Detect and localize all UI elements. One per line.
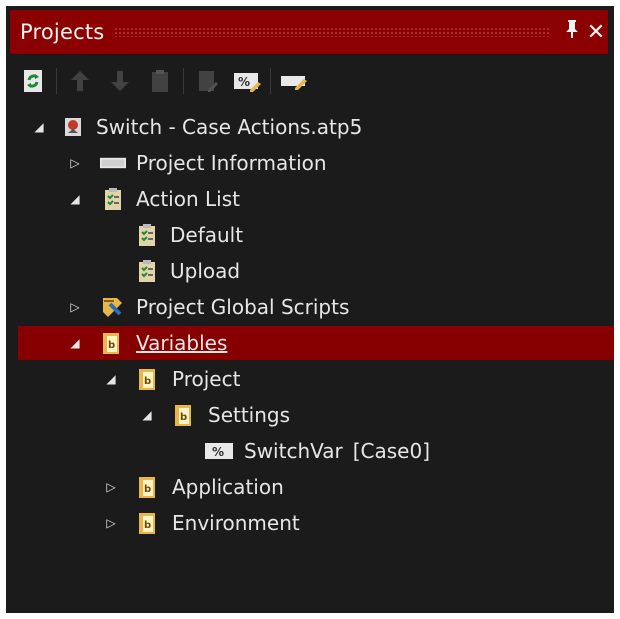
checklist-icon	[100, 186, 126, 212]
variable-percent-icon: %	[234, 73, 261, 92]
expand-arrow-icon[interactable]: ▷	[66, 154, 84, 172]
script-icon	[100, 294, 126, 320]
variable-folder-icon: b	[136, 510, 162, 536]
panel-title: Projects	[20, 20, 105, 44]
toolbar-separator	[270, 68, 271, 94]
pin-icon[interactable]	[560, 19, 584, 45]
toolbar-separator	[56, 68, 57, 94]
tree-node-settings[interactable]: ◢ b Settings	[6, 398, 614, 432]
tree-node-application[interactable]: ▷ b Application	[6, 470, 614, 504]
svg-text:%: %	[238, 75, 250, 89]
project-file-icon	[60, 114, 86, 140]
move-down-button[interactable]	[103, 64, 137, 98]
expand-arrow-icon[interactable]: ▷	[66, 298, 84, 316]
tree-label: Project Information	[136, 151, 327, 175]
info-card-icon	[100, 150, 126, 176]
collapse-arrow-icon[interactable]: ◢	[66, 334, 84, 352]
percent-variable-icon: %	[204, 438, 234, 464]
checklist-icon	[134, 258, 160, 284]
drag-grip[interactable]	[114, 27, 550, 37]
move-up-icon	[71, 71, 89, 91]
tree-node-upload[interactable]: Upload	[6, 254, 614, 288]
tree-label: Project	[172, 367, 241, 391]
svg-text:b: b	[108, 340, 115, 351]
tree-label: Upload	[170, 259, 241, 283]
clipboard-icon	[152, 70, 168, 92]
close-icon[interactable]: ✕	[584, 20, 608, 45]
tree-label: Environment	[172, 511, 300, 535]
svg-text:b: b	[180, 412, 187, 423]
tree-node-project[interactable]: ◢ b Project	[6, 362, 614, 396]
tree-label: Action List	[136, 187, 240, 211]
clipboard-button[interactable]	[143, 64, 177, 98]
panel-titlebar: Projects ✕	[10, 10, 608, 54]
tree-label: SwitchVar [Case0]	[244, 439, 430, 463]
svg-text:b: b	[144, 520, 151, 531]
svg-text:b: b	[144, 376, 151, 387]
variable-folder-icon: b	[136, 474, 162, 500]
rename-button[interactable]	[277, 64, 311, 98]
tree-label: Default	[170, 223, 244, 247]
collapse-arrow-icon[interactable]: ◢	[30, 118, 48, 136]
tree-label: Project Global Scripts	[136, 295, 350, 319]
svg-text:b: b	[144, 484, 151, 495]
toolbar: %	[16, 62, 606, 100]
edit-document-icon	[199, 71, 218, 92]
tree-label: Switch - Case Actions.atp5	[96, 115, 363, 139]
variable-percent-button[interactable]: %	[230, 64, 264, 98]
variable-folder-icon: b	[172, 402, 198, 428]
checklist-icon	[134, 222, 160, 248]
variable-folder-icon: b	[136, 366, 162, 392]
svg-text:%: %	[212, 445, 224, 459]
expand-arrow-icon[interactable]: ▷	[102, 514, 120, 532]
edit-document-button[interactable]	[190, 64, 224, 98]
collapse-arrow-icon[interactable]: ◢	[138, 406, 156, 424]
refresh-button[interactable]	[16, 64, 50, 98]
variable-folder-icon: b	[100, 330, 126, 356]
tree-node-action-list[interactable]: ◢ Action List	[6, 182, 614, 216]
collapse-arrow-icon[interactable]: ◢	[102, 370, 120, 388]
expand-arrow-icon[interactable]: ▷	[102, 478, 120, 496]
tree-node-environment[interactable]: ▷ b Environment	[6, 506, 614, 540]
variable-value: [Case0]	[352, 439, 431, 463]
tree-node-project-global-scripts[interactable]: ▷ Project Global Scripts	[6, 290, 614, 324]
refresh-icon	[24, 70, 42, 92]
toolbar-separator	[183, 68, 184, 94]
move-down-icon	[111, 71, 129, 91]
tree-node-root[interactable]: ◢ Switch - Case Actions.atp5	[6, 110, 614, 144]
rename-icon	[281, 76, 307, 90]
collapse-arrow-icon[interactable]: ◢	[66, 190, 84, 208]
tree-node-variables[interactable]: ◢ b Variables	[18, 326, 614, 360]
move-up-button[interactable]	[63, 64, 97, 98]
tree-label: Variables	[136, 331, 228, 355]
tree-node-default[interactable]: Default	[6, 218, 614, 252]
tree-node-project-information[interactable]: ▷ Project Information	[6, 146, 614, 180]
tree-label: Application	[172, 475, 284, 499]
variable-name: SwitchVar	[244, 439, 343, 463]
tree-label: Settings	[208, 403, 291, 427]
tree-node-switchvar[interactable]: % SwitchVar [Case0]	[6, 434, 614, 468]
